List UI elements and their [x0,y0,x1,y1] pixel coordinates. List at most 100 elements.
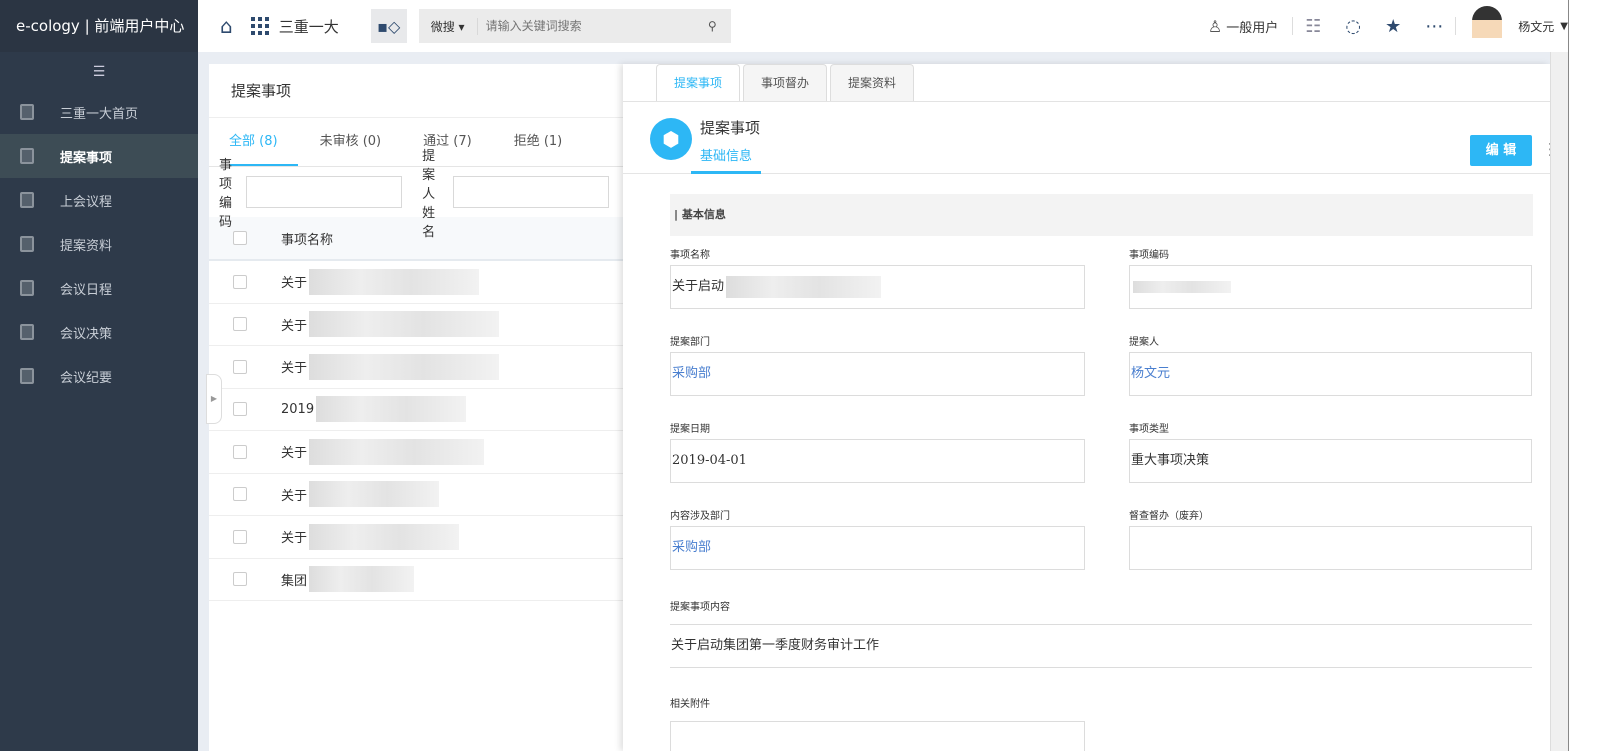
sidebar-item-decisions[interactable]: 会议决策 [0,310,198,354]
document-icon [20,104,34,120]
date-field[interactable]: 2019-04-01 [670,439,1085,483]
field-label: 相关附件 [670,695,710,710]
tab-supervision[interactable]: 事项督办 [743,64,827,101]
app-switch-button[interactable]: ▪◇ [371,9,407,43]
name-field[interactable]: 关于启动 [670,265,1085,309]
more-icon[interactable]: ⋯ [1425,16,1443,37]
type-field[interactable]: 重大事项决策 [1129,439,1532,483]
star-icon[interactable]: ★ [1385,16,1401,37]
table-row[interactable]: 集团 [209,559,629,602]
row-name[interactable]: 关于 [281,485,307,504]
table-row[interactable]: 关于 [209,516,629,559]
field-label: 事项编码 [1129,246,1169,261]
collapse-menu-icon[interactable]: ☰ [0,64,198,90]
field-label: 提案事项内容 [670,598,730,613]
code-field[interactable] [1129,265,1532,309]
row-name[interactable]: 2019 [281,402,314,417]
sidebar-item-label: 三重一大首页 [60,103,138,122]
content-field[interactable]: 关于启动集团第一季度财务审计工作 [670,624,1532,668]
sidebar-item-home[interactable]: 三重一大首页 [0,90,198,134]
sidebar-item-proposals[interactable]: 提案事项 [0,134,198,178]
field-label: 提案日期 [670,420,710,435]
column-header-name: 事项名称 [281,229,333,248]
field-label: 事项名称 [670,246,710,261]
table-row[interactable]: 2019 [209,389,629,432]
row-name[interactable]: 集团 [281,570,307,589]
row-checkbox[interactable] [233,572,247,586]
search-bar: 微搜 ▾ ⚲ [419,9,731,43]
field-label: 提案人 [1129,333,1159,348]
involved-dept-field[interactable]: 采购部 [670,526,1085,570]
row-checkbox[interactable] [233,445,247,459]
row-name[interactable]: 关于 [281,315,307,334]
proposal-list-panel: 提案事项 全部 (8) 未审核 (0) 通过 (7) 拒绝 (1) 事项编码 提… [209,64,629,751]
top-bar: ⌂ 三重一大 ▪◇ 微搜 ▾ ⚲ ♙ 一般用户 ☷ ◌ ★ ⋯ 杨文元 ▼ [198,0,1568,52]
row-name[interactable]: 关于 [281,272,307,291]
row-name[interactable]: 关于 [281,442,307,461]
document-icon [20,148,34,164]
row-checkbox[interactable] [233,402,247,416]
sidebar-item-label: 会议日程 [60,279,112,298]
sidebar-item-label: 提案事项 [60,147,112,166]
tab-materials[interactable]: 提案资料 [830,64,914,101]
home-icon[interactable]: ⌂ [220,14,233,38]
app-grid-icon[interactable] [251,17,269,35]
row-name[interactable]: 关于 [281,527,307,546]
document-icon [20,236,34,252]
section-header: | 基本信息 [670,194,1533,236]
document-icon [20,192,34,208]
row-checkbox[interactable] [233,360,247,374]
attachment-field[interactable] [670,721,1085,751]
detail-panel: 提案事项 事项督办 提案资料 ⬢ 提案事项 基础信息 编 辑 ☰ | 基本信息 … [623,64,1550,751]
divider [1292,17,1293,35]
tab-all[interactable]: 全部 (8) [229,118,298,166]
user-role-icon: ♙ [1208,17,1222,36]
table-row[interactable]: 关于 [209,431,629,474]
share-circle-icon[interactable]: ◌ [1345,16,1361,37]
window-edge [1568,0,1600,751]
search-input[interactable] [478,19,708,33]
panel-expand-handle[interactable]: ▶ [206,374,222,424]
table-row[interactable]: 关于 [209,304,629,347]
chevron-down-icon[interactable]: ▼ [1560,21,1568,32]
proposer-filter-input[interactable] [453,176,609,208]
document-icon [20,324,34,340]
code-filter-input[interactable] [246,176,402,208]
field-label: 督查督办（废弃） [1129,507,1209,522]
search-scope-select[interactable]: 微搜 ▾ [419,18,478,35]
tab-proposal[interactable]: 提案事项 [656,64,740,101]
search-icon[interactable]: ⚲ [708,19,731,33]
sidebar-item-materials[interactable]: 提案资料 [0,222,198,266]
user-role[interactable]: 一般用户 [1226,17,1278,36]
supervision-field[interactable] [1129,526,1532,570]
sidebar-item-label: 会议决策 [60,323,112,342]
avatar[interactable] [1472,6,1502,46]
sidebar-item-label: 上会议程 [60,191,112,210]
tab-rejected[interactable]: 拒绝 (1) [514,118,583,166]
scrollbar[interactable] [1550,52,1568,751]
proposer-field[interactable]: 杨文元 [1129,352,1532,396]
row-name[interactable]: 关于 [281,357,307,376]
row-checkbox[interactable] [233,487,247,501]
brand-title: e-cology | 前端用户中心 [0,0,198,52]
row-checkbox[interactable] [233,275,247,289]
sidebar-item-schedule[interactable]: 会议日程 [0,266,198,310]
org-chart-icon[interactable]: ☷ [1305,16,1321,37]
sidebar-item-agenda[interactable]: 上会议程 [0,178,198,222]
sidebar-item-label: 会议纪要 [60,367,112,386]
table-row[interactable]: 关于 [209,474,629,517]
row-checkbox[interactable] [233,530,247,544]
table-row[interactable]: 关于 [209,346,629,389]
tab-pending[interactable]: 未审核 (0) [320,118,402,166]
search-scope-label: 微搜 [431,20,455,34]
select-all-checkbox[interactable] [233,231,247,245]
sidebar-item-minutes[interactable]: 会议纪要 [0,354,198,398]
edit-button[interactable]: 编 辑 [1470,135,1532,166]
dept-field[interactable]: 采购部 [670,352,1085,396]
proposer-filter-label: 提案人姓名 [422,145,441,240]
sidebar: e-cology | 前端用户中心 ☰ 三重一大首页 提案事项 上会议程 提案资… [0,0,198,751]
row-checkbox[interactable] [233,317,247,331]
user-name[interactable]: 杨文元 [1518,18,1554,35]
table-row[interactable]: 关于 [209,261,629,304]
tab-basic-info[interactable]: 基础信息 [691,146,761,174]
